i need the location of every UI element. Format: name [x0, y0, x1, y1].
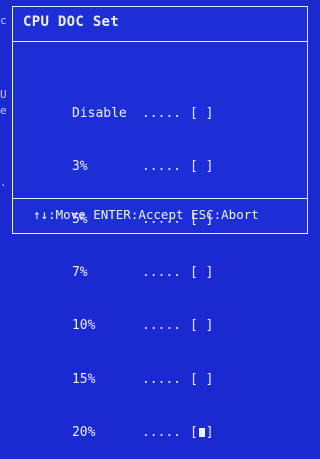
option-checkbox[interactable]: [ ] [190, 105, 213, 123]
option-checkbox[interactable]: [ ] [190, 158, 213, 176]
option-15-percent[interactable]: 15%..... [ ] [25, 353, 214, 387]
option-disable[interactable]: Disable..... [ ] [25, 87, 214, 121]
option-checkbox[interactable]: [] [190, 424, 214, 442]
dialog-title: CPU DOC Set [23, 14, 120, 30]
option-label: Disable [71, 106, 127, 122]
cpu-doc-set-dialog: CPU DOC Set Disable.....[ ] 3%.....[ ] 5… [12, 6, 308, 440]
selected-mark [198, 427, 205, 437]
option-checkbox[interactable]: [ ] [190, 317, 213, 335]
key-help-footer: ↑↓:Move ENTER:Accept ESC:Abort [33, 207, 259, 222]
option-label: 10% [71, 318, 96, 334]
checkbox-slot [198, 372, 206, 387]
checkbox-slot [198, 425, 206, 440]
background-text-fragment: . [0, 176, 7, 189]
checkbox-slot [198, 159, 206, 174]
option-dots: ..... [141, 318, 182, 334]
option-checkbox[interactable]: [ ] [190, 371, 213, 389]
background-text-fragment: U [0, 88, 7, 101]
option-20-percent[interactable]: 20%..... [] [25, 406, 214, 440]
title-divider [13, 41, 307, 42]
option-label: 15% [71, 371, 96, 387]
option-dots: ..... [141, 159, 182, 175]
option-label: 20% [71, 424, 96, 440]
option-label: 3% [71, 159, 88, 175]
background-text-fragment: e [0, 104, 7, 117]
option-10-percent[interactable]: 10%..... [ ] [25, 300, 214, 333]
option-checkbox[interactable]: [ ] [190, 264, 213, 282]
checkbox-slot [198, 265, 206, 280]
option-7-percent[interactable]: 7%..... [ ] [25, 247, 214, 280]
option-dots: ..... [141, 106, 182, 122]
option-dots: ..... [141, 265, 182, 281]
options-list: Disable.....[ ] 3%.....[ ] 5%.....[ ] 7%… [25, 52, 214, 459]
background-text-fragment: c [0, 14, 7, 27]
option-3-percent[interactable]: 3%..... [ ] [25, 141, 214, 174]
option-label: 7% [71, 265, 88, 281]
option-dots: ..... [141, 371, 182, 387]
checkbox-slot [198, 318, 206, 333]
footer-divider [13, 198, 307, 199]
checkbox-slot [198, 106, 206, 121]
option-dots: ..... [141, 424, 182, 440]
